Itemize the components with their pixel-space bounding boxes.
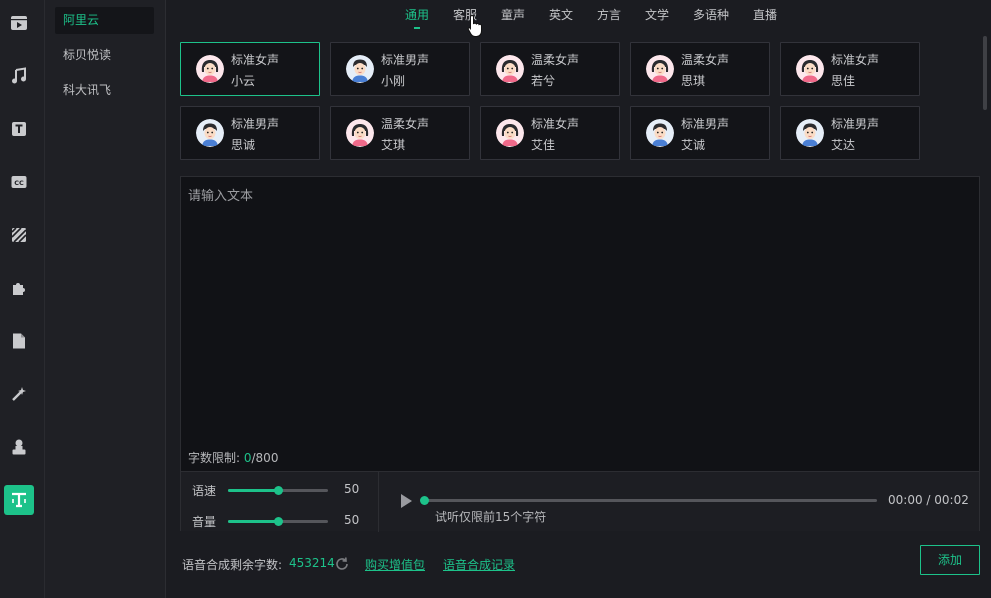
voice-card[interactable]: 温柔女声 思琪 bbox=[630, 42, 770, 96]
voice-name: 思佳 bbox=[831, 74, 856, 88]
voice-card[interactable]: 标准女声 思佳 bbox=[780, 42, 920, 96]
voice-card[interactable]: 标准男声 思诚 bbox=[180, 106, 320, 160]
volume-value: 50 bbox=[344, 513, 360, 527]
voice-name: 艾琪 bbox=[381, 138, 406, 152]
voice-card[interactable]: 标准女声 小云 bbox=[180, 42, 320, 96]
char-limit-max: /800 bbox=[251, 451, 279, 465]
female-avatar-icon bbox=[796, 55, 824, 83]
refresh-icon[interactable] bbox=[334, 556, 350, 572]
voice-card[interactable]: 标准女声 艾佳 bbox=[480, 106, 620, 160]
volume-slider-fill bbox=[228, 520, 278, 523]
text-input-area[interactable]: 请输入文本 字数限制: 0/800 语速 50 音量 50 00:00 / 00… bbox=[180, 176, 980, 532]
plugin-icon[interactable] bbox=[4, 273, 34, 303]
male-avatar-icon bbox=[196, 119, 224, 147]
playback-progress-handle[interactable] bbox=[420, 496, 429, 505]
voice-card[interactable]: 标准男声 艾诚 bbox=[630, 106, 770, 160]
preview-note: 试听仅限前15个字符 bbox=[435, 510, 547, 524]
voice-name: 小云 bbox=[231, 74, 256, 88]
voice-name: 艾诚 bbox=[681, 138, 706, 152]
main-panel: 通用 客服 童声 英文 方言 文学 多语种 直播 标准女声 小云 标准男声 小刚 温柔女… bbox=[166, 0, 991, 598]
male-avatar-icon bbox=[646, 119, 674, 147]
tab-multilingual[interactable]: 多语种 bbox=[693, 6, 729, 23]
remaining-chars-label: 语音合成剩余字数: bbox=[182, 558, 283, 572]
scrollbar[interactable] bbox=[983, 36, 987, 110]
speed-slider[interactable] bbox=[228, 486, 328, 495]
voice-type: 标准女声 bbox=[831, 53, 880, 67]
voice-params: 语速 50 音量 50 bbox=[181, 472, 379, 532]
magic-wand-icon[interactable] bbox=[4, 379, 34, 409]
remaining-chars-value: 453214 bbox=[289, 556, 335, 570]
voice-name: 思琪 bbox=[681, 74, 706, 88]
playback-time: 00:00 / 00:02 bbox=[888, 493, 969, 507]
voice-name: 思诚 bbox=[231, 138, 256, 152]
female-avatar-icon bbox=[346, 119, 374, 147]
text-icon[interactable] bbox=[4, 114, 34, 144]
male-avatar-icon bbox=[796, 119, 824, 147]
text-to-speech-icon[interactable] bbox=[4, 485, 34, 515]
add-button[interactable]: 添加 bbox=[920, 545, 980, 575]
tab-dialect[interactable]: 方言 bbox=[597, 6, 621, 23]
volume-slider[interactable] bbox=[228, 517, 328, 526]
music-icon[interactable] bbox=[4, 61, 34, 91]
volume-label: 音量 bbox=[192, 515, 217, 529]
user-stamp-icon[interactable] bbox=[4, 432, 34, 462]
voice-card[interactable]: 标准男声 艾达 bbox=[780, 106, 920, 160]
playback-progress-bar[interactable] bbox=[420, 496, 877, 505]
voice-name: 若兮 bbox=[531, 74, 556, 88]
text-input-placeholder: 请输入文本 bbox=[188, 189, 254, 204]
synthesis-history-link[interactable]: 语音合成记录 bbox=[443, 556, 515, 573]
voice-card[interactable]: 温柔女声 艾琪 bbox=[330, 106, 470, 160]
speed-value: 50 bbox=[344, 482, 360, 496]
subtitle-cc-icon[interactable]: CC bbox=[4, 167, 34, 197]
buy-package-link[interactable]: 购买增值包 bbox=[365, 556, 425, 573]
video-icon[interactable] bbox=[4, 8, 34, 38]
tool-rail: CC bbox=[0, 0, 45, 598]
voice-type: 标准男声 bbox=[681, 117, 730, 131]
char-limit: 字数限制: 0/800 bbox=[188, 449, 278, 466]
voice-type: 温柔女声 bbox=[381, 117, 430, 131]
tab-general[interactable]: 通用 bbox=[405, 6, 429, 29]
female-avatar-icon bbox=[496, 55, 524, 83]
voice-type: 温柔女声 bbox=[681, 53, 730, 67]
voice-type: 标准男声 bbox=[231, 117, 280, 131]
voice-card[interactable]: 标准男声 小刚 bbox=[330, 42, 470, 96]
tab-english[interactable]: 英文 bbox=[549, 6, 573, 23]
tab-literature[interactable]: 文学 bbox=[645, 6, 669, 23]
playback-controls: 语速 50 音量 50 00:00 / 00:02 试听仅限前15个字符 bbox=[181, 471, 979, 532]
voice-type: 温柔女声 bbox=[531, 53, 580, 67]
speed-label: 语速 bbox=[192, 484, 217, 498]
volume-slider-handle[interactable] bbox=[274, 517, 283, 526]
voice-category-tabs: 通用 客服 童声 英文 方言 文学 多语种 直播 bbox=[166, 0, 976, 32]
speed-slider-fill bbox=[228, 489, 278, 492]
provider-iflytek[interactable]: 科大讯飞 bbox=[55, 77, 154, 104]
voice-type: 标准女声 bbox=[531, 117, 580, 131]
speed-slider-handle[interactable] bbox=[274, 486, 283, 495]
voice-name: 小刚 bbox=[381, 74, 406, 88]
voice-name: 艾达 bbox=[831, 138, 856, 152]
voice-type: 标准男声 bbox=[831, 117, 880, 131]
hand-cursor-icon bbox=[467, 14, 482, 37]
female-avatar-icon bbox=[646, 55, 674, 83]
female-avatar-icon bbox=[196, 55, 224, 83]
voice-card[interactable]: 温柔女声 若兮 bbox=[480, 42, 620, 96]
female-avatar-icon bbox=[496, 119, 524, 147]
filter-icon[interactable] bbox=[4, 220, 34, 250]
svg-text:CC: CC bbox=[14, 179, 24, 187]
voice-type: 标准女声 bbox=[231, 53, 280, 67]
char-count: 0 bbox=[243, 451, 252, 465]
provider-aliyun[interactable]: 阿里云 bbox=[55, 7, 154, 34]
male-avatar-icon bbox=[346, 55, 374, 83]
voice-name: 艾佳 bbox=[531, 138, 556, 152]
provider-list: 阿里云 标贝悦读 科大讯飞 bbox=[45, 0, 166, 598]
play-icon[interactable] bbox=[401, 494, 412, 508]
provider-biaobei[interactable]: 标贝悦读 bbox=[55, 42, 154, 69]
tab-live[interactable]: 直播 bbox=[753, 6, 777, 23]
file-icon[interactable] bbox=[4, 326, 34, 356]
char-limit-label: 字数限制: bbox=[188, 451, 244, 465]
tab-child-voice[interactable]: 童声 bbox=[501, 6, 525, 23]
voice-type: 标准男声 bbox=[381, 53, 430, 67]
